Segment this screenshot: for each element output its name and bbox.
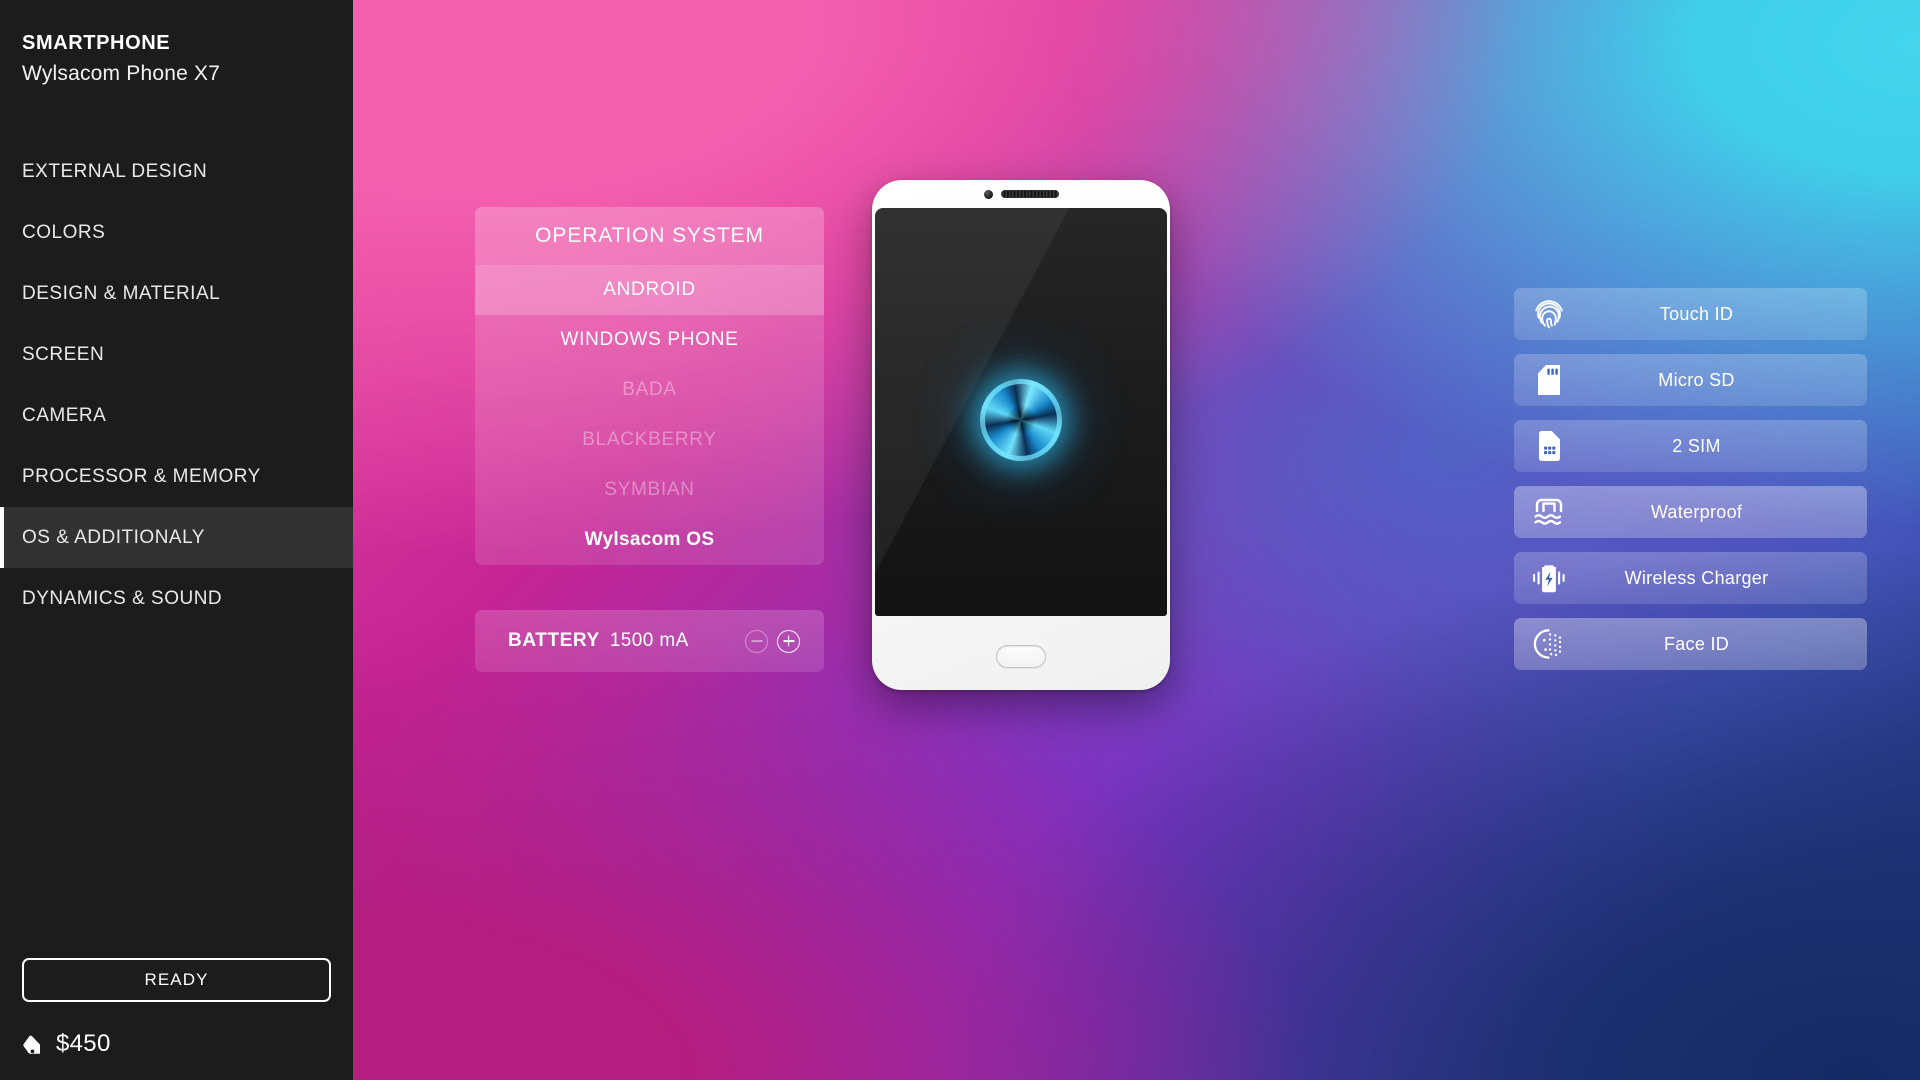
- feature-label: Waterproof: [1650, 501, 1743, 522]
- sidebar-nav: EXTERNAL DESIGN COLORS DESIGN & MATERIAL…: [0, 141, 353, 629]
- fingerprint-icon: [1514, 298, 1584, 330]
- page-title: SMARTPHONE: [22, 32, 171, 54]
- sidebar-item-label: PROCESSOR & MEMORY: [22, 465, 261, 487]
- minus-circle-icon[interactable]: [745, 629, 768, 653]
- product-model-name: Wylsacom Phone X7: [22, 62, 221, 85]
- os-option-label: SYMBIAN: [604, 479, 695, 500]
- feature-label: Micro SD: [1658, 369, 1735, 390]
- preview-stage: OPERATION SYSTEM ANDROID WINDOWS PHONE B…: [353, 0, 1920, 1080]
- sidebar-item-screen[interactable]: SCREEN: [0, 324, 353, 385]
- price-tag-icon: [22, 1031, 43, 1057]
- front-camera-icon: [983, 189, 993, 199]
- phone-body: [872, 180, 1170, 690]
- wireless-charger-icon: [1514, 562, 1584, 594]
- ready-button-label: READY: [144, 970, 209, 989]
- feature-waterproof[interactable]: Waterproof: [1514, 486, 1867, 538]
- os-option-label: BADA: [622, 379, 677, 400]
- sim-card-icon: [1514, 430, 1584, 462]
- os-option-label: Wylsacom OS: [584, 529, 715, 550]
- sidebar-item-label: SCREEN: [22, 343, 105, 365]
- battery-control: BATTERY 1500 mA: [475, 610, 824, 672]
- feature-micro-sd[interactable]: Micro SD: [1514, 354, 1867, 406]
- sidebar: SMARTPHONE Wylsacom Phone X7 EXTERNAL DE…: [0, 0, 353, 1080]
- os-option-bada: BADA: [475, 365, 824, 415]
- sidebar-item-camera[interactable]: CAMERA: [0, 385, 353, 446]
- sidebar-item-design-material[interactable]: DESIGN & MATERIAL: [0, 263, 353, 324]
- sidebar-item-label: EXTERNAL DESIGN: [22, 160, 208, 182]
- sidebar-item-label: DYNAMICS & SOUND: [22, 587, 223, 609]
- configurator-app: SMARTPHONE Wylsacom Phone X7 EXTERNAL DE…: [0, 0, 1920, 1080]
- os-option-symbian: SYMBIAN: [475, 465, 824, 515]
- os-option-label: ANDROID: [603, 279, 696, 300]
- feature-list: Touch ID Micro SD 2 SIM Waterproof Wirel…: [1514, 288, 1867, 670]
- screen-orb-icon: [980, 379, 1062, 462]
- waterproof-icon: [1514, 497, 1584, 527]
- sidebar-footer: READY $450: [0, 958, 353, 1080]
- plus-circle-icon[interactable]: [777, 629, 800, 653]
- os-option-android[interactable]: ANDROID: [475, 265, 824, 315]
- os-panel-header: OPERATION SYSTEM: [475, 207, 824, 265]
- sidebar-item-external-design[interactable]: EXTERNAL DESIGN: [0, 141, 353, 202]
- home-button-icon[interactable]: [996, 645, 1046, 668]
- feature-label: 2 SIM: [1672, 435, 1721, 456]
- phone-top-bar: [872, 180, 1170, 208]
- feature-label: Wireless Charger: [1624, 567, 1769, 588]
- battery-value: 1500 mA: [609, 630, 689, 651]
- sidebar-item-label: CAMERA: [22, 404, 107, 426]
- feature-label: Face ID: [1663, 633, 1730, 654]
- os-option-label: WINDOWS PHONE: [560, 329, 739, 350]
- sd-card-icon: [1514, 364, 1584, 396]
- sidebar-item-colors[interactable]: COLORS: [0, 202, 353, 263]
- sidebar-item-os-additionaly[interactable]: OS & ADDITIONALY: [0, 507, 353, 569]
- sidebar-item-label: COLORS: [22, 221, 106, 243]
- brand-block: SMARTPHONE Wylsacom Phone X7: [0, 0, 353, 89]
- sidebar-item-processor-memory[interactable]: PROCESSOR & MEMORY: [0, 446, 353, 507]
- phone-screen: [875, 208, 1167, 616]
- price-value: $450: [56, 1030, 111, 1057]
- phone-preview: [846, 162, 1196, 710]
- feature-wireless-charger[interactable]: Wireless Charger: [1514, 552, 1867, 604]
- sidebar-item-label: DESIGN & MATERIAL: [22, 282, 221, 304]
- price-row: $450: [22, 1030, 331, 1058]
- sidebar-item-dynamics-sound[interactable]: DYNAMICS & SOUND: [0, 568, 353, 629]
- os-option-label: BLACKBERRY: [582, 429, 717, 450]
- feature-face-id[interactable]: Face ID: [1514, 618, 1867, 670]
- feature-2-sim[interactable]: 2 SIM: [1514, 420, 1867, 472]
- sidebar-item-label: OS & ADDITIONALY: [22, 526, 205, 548]
- os-option-blackberry: BLACKBERRY: [475, 415, 824, 465]
- battery-stepper: [745, 629, 800, 653]
- earpiece-speaker-icon: [1000, 190, 1059, 198]
- face-id-icon: [1514, 628, 1584, 660]
- ready-button[interactable]: READY: [22, 958, 331, 1002]
- feature-touch-id[interactable]: Touch ID: [1514, 288, 1867, 340]
- battery-label: BATTERY: [508, 630, 600, 651]
- os-option-windows-phone[interactable]: WINDOWS PHONE: [475, 315, 824, 365]
- feature-label: Touch ID: [1659, 303, 1734, 324]
- operation-system-panel: OPERATION SYSTEM ANDROID WINDOWS PHONE B…: [475, 207, 824, 565]
- os-option-wylsacom-os[interactable]: Wylsacom OS: [475, 515, 824, 565]
